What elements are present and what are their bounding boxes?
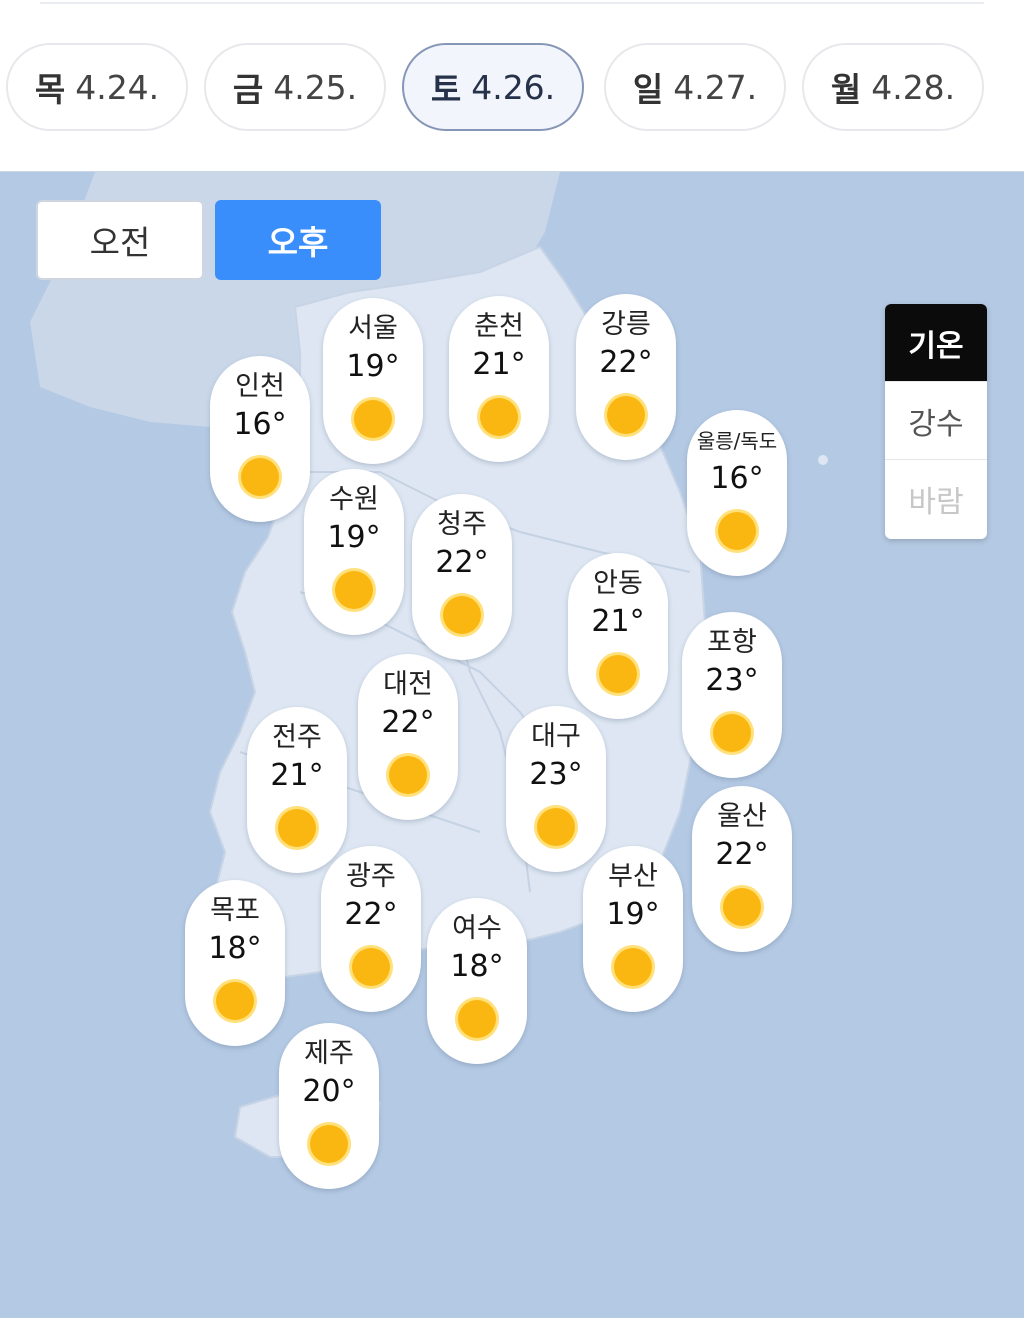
island <box>248 618 264 654</box>
date-chip-date: 4.26. <box>471 67 556 107</box>
city-temperature: 22° <box>435 545 489 580</box>
city-name: 춘천 <box>474 311 524 342</box>
city-name: 강릉 <box>601 309 651 340</box>
city-name: 대구 <box>531 721 581 752</box>
city-temperature: 18° <box>450 949 504 984</box>
date-chip-date: 4.24. <box>75 67 160 107</box>
city-temperature: 21° <box>591 604 645 639</box>
city-temperature: 21° <box>270 758 324 793</box>
city-name: 여수 <box>452 913 502 944</box>
city-name: 대전 <box>383 669 433 700</box>
city-card-seoul[interactable]: 서울 19° <box>323 298 423 464</box>
city-card-yeosu[interactable]: 여수 18° <box>427 898 527 1064</box>
city-name: 인천 <box>235 371 285 402</box>
city-temperature: 22° <box>599 345 653 380</box>
date-chip-1[interactable]: 금 4.25. <box>204 43 386 131</box>
city-card-suwon[interactable]: 수원 19° <box>304 469 404 635</box>
city-temperature: 16° <box>710 461 764 496</box>
city-card-gangneung[interactable]: 강릉 22° <box>576 294 676 460</box>
city-temperature: 19° <box>327 520 381 555</box>
date-chip-dow: 금 <box>232 70 264 109</box>
sun-icon <box>458 1000 496 1038</box>
sun-icon <box>537 808 575 846</box>
sun-icon <box>278 809 316 847</box>
date-chip-4[interactable]: 월 4.28. <box>802 43 984 131</box>
city-name: 안동 <box>593 568 643 599</box>
date-chip-date: 4.25. <box>273 67 358 107</box>
city-card-daegu[interactable]: 대구 23° <box>506 706 606 872</box>
city-temperature: 16° <box>233 407 287 442</box>
city-card-pohang[interactable]: 포항 23° <box>682 612 782 778</box>
date-chip-dow: 일 <box>632 70 664 109</box>
city-card-ulleung-dokdo[interactable]: 울릉/독도 16° <box>687 410 787 576</box>
sun-icon <box>335 571 373 609</box>
city-name: 청주 <box>437 509 487 540</box>
pm-toggle-button[interactable]: 오후 <box>215 200 381 280</box>
city-name: 수원 <box>329 484 379 515</box>
city-temperature: 19° <box>346 349 400 384</box>
sun-icon <box>443 596 481 634</box>
top-divider <box>40 2 984 4</box>
layer-temperature-button[interactable]: 기온 <box>885 304 987 382</box>
city-name: 부산 <box>608 861 658 892</box>
island <box>270 640 284 672</box>
city-temperature: 19° <box>606 897 660 932</box>
date-chip-date: 4.27. <box>673 67 758 107</box>
city-name: 목포 <box>210 895 260 926</box>
layer-wind-button[interactable]: 바람 <box>885 460 987 538</box>
city-card-incheon[interactable]: 인천 16° <box>210 356 310 522</box>
layer-selector: 기온 강수 바람 <box>885 304 987 539</box>
date-chip-2-selected[interactable]: 토 4.26. <box>402 43 584 131</box>
city-name: 포항 <box>707 627 757 658</box>
city-name: 제주 <box>304 1038 354 1069</box>
city-temperature: 22° <box>715 837 769 872</box>
sun-icon <box>607 396 645 434</box>
city-name: 서울 <box>348 313 398 344</box>
city-card-mokpo[interactable]: 목포 18° <box>185 880 285 1046</box>
city-name: 광주 <box>346 861 396 892</box>
city-temperature: 22° <box>381 705 435 740</box>
sun-icon <box>713 714 751 752</box>
city-temperature: 20° <box>302 1074 356 1109</box>
city-temperature: 22° <box>344 897 398 932</box>
date-chip-0[interactable]: 목 4.24. <box>6 43 188 131</box>
date-chip-3[interactable]: 일 4.27. <box>604 43 786 131</box>
city-card-jeju[interactable]: 제주 20° <box>279 1023 379 1189</box>
layer-precipitation-button[interactable]: 강수 <box>885 382 987 460</box>
city-card-andong[interactable]: 안동 21° <box>568 553 668 719</box>
city-name: 울릉/독도 <box>696 429 778 453</box>
city-card-chuncheon[interactable]: 춘천 21° <box>449 296 549 462</box>
sun-icon <box>723 888 761 926</box>
city-card-busan[interactable]: 부산 19° <box>583 846 683 1012</box>
city-temperature: 23° <box>529 757 583 792</box>
date-chip-date: 4.28. <box>871 67 956 107</box>
date-chip-dow: 목 <box>34 70 66 109</box>
city-name: 전주 <box>272 722 322 753</box>
sun-icon <box>354 400 392 438</box>
city-card-cheongju[interactable]: 청주 22° <box>412 494 512 660</box>
sun-icon <box>389 756 427 794</box>
city-temperature: 23° <box>705 663 759 698</box>
sun-icon <box>614 948 652 986</box>
sun-icon <box>241 458 279 496</box>
sun-icon <box>718 512 756 550</box>
city-name: 울산 <box>717 801 767 832</box>
date-chip-dow: 월 <box>830 70 862 109</box>
city-temperature: 18° <box>208 931 262 966</box>
city-temperature: 21° <box>472 347 526 382</box>
city-card-daejeon[interactable]: 대전 22° <box>358 654 458 820</box>
ulleung-island <box>818 455 828 465</box>
date-chip-dow: 토 <box>430 70 462 109</box>
sun-icon <box>599 655 637 693</box>
am-toggle-button[interactable]: 오전 <box>36 200 204 280</box>
date-selector-bar: 목 4.24. 금 4.25. 토 4.26. 일 4.27. 월 4.28. <box>0 0 1024 172</box>
sun-icon <box>310 1125 348 1163</box>
city-card-gwangju[interactable]: 광주 22° <box>321 846 421 1012</box>
sun-icon <box>480 398 518 436</box>
city-card-ulsan[interactable]: 울산 22° <box>692 786 792 952</box>
sun-icon <box>352 948 390 986</box>
sun-icon <box>216 982 254 1020</box>
city-card-jeonju[interactable]: 전주 21° <box>247 707 347 873</box>
